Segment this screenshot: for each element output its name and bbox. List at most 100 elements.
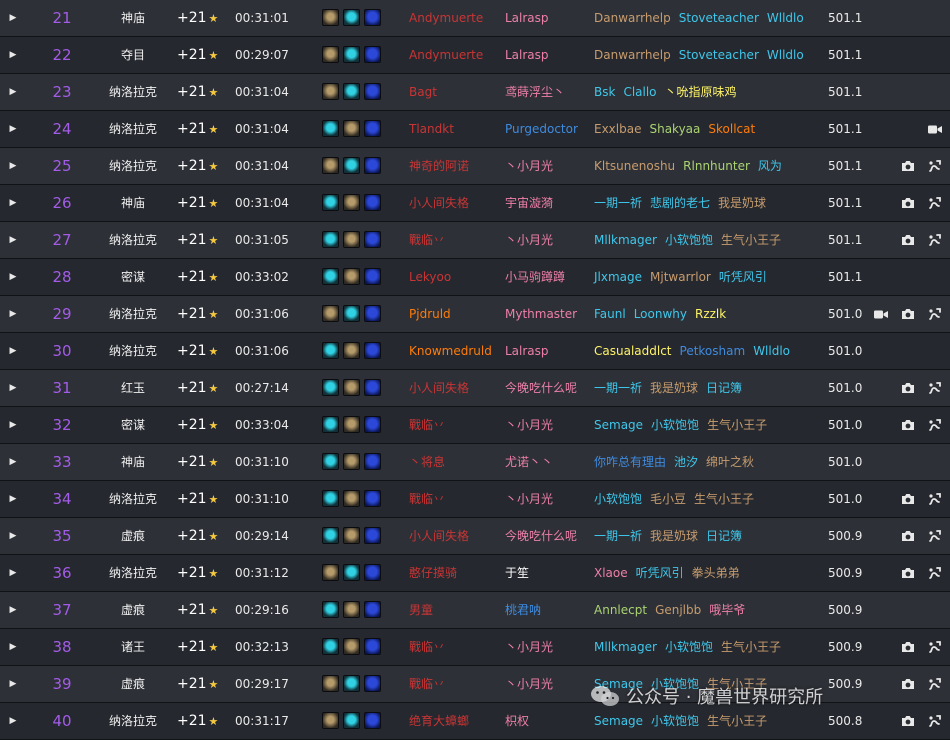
healer-player-name[interactable]: Lalrasp (505, 0, 549, 36)
dps-player-name[interactable]: 一期一祈 (594, 196, 642, 210)
dps-player-name[interactable]: 小软饱饱 (651, 714, 699, 728)
seasonal-affix-icon[interactable] (364, 379, 381, 396)
tank-player-name[interactable]: 小人间失格 (409, 518, 469, 554)
dps-player-name[interactable]: Wlldlo (767, 48, 804, 62)
screenshot-icon[interactable] (901, 419, 915, 431)
tank-player-name[interactable]: 戰临丷 (409, 666, 445, 702)
tyrannical-affix-icon[interactable] (322, 342, 339, 359)
expand-row-chevron-icon[interactable]: ▶ (7, 407, 19, 443)
tank-player-name[interactable]: 男童 (409, 592, 433, 628)
tank-player-name[interactable]: 戰临丷 (409, 407, 445, 443)
tyrannical-affix-icon[interactable] (322, 453, 339, 470)
healer-player-name[interactable]: 尤诺丶丶 (505, 444, 553, 480)
healer-player-name[interactable]: 丶小月光 (505, 666, 553, 702)
dps-player-name[interactable]: 日记簿 (706, 381, 742, 395)
dps-player-name[interactable]: Kltsunenoshu (594, 159, 675, 173)
route-icon[interactable] (928, 640, 942, 654)
screenshot-icon[interactable] (901, 530, 915, 542)
table-row[interactable]: ▶ 30 纳洛拉克 +21 ★ 00:31:06 Knowmedruld Lalrasp Cas… (0, 333, 950, 370)
dps-player-name[interactable]: Stoveteacher (679, 48, 759, 62)
fortified-affix-icon[interactable] (343, 601, 360, 618)
fortified-affix-icon[interactable] (343, 490, 360, 507)
screenshot-icon[interactable] (901, 234, 915, 246)
table-row[interactable]: ▶ 33 神庙 +21 ★ 00:31:10 丶将息 尤诺丶丶 你咋总有理由 池汐 绵叶之秋 501.… (0, 444, 950, 481)
healer-player-name[interactable]: 鸢蒔浮尘丶 (505, 74, 565, 110)
tank-player-name[interactable]: Bagt (409, 74, 437, 110)
table-row[interactable]: ▶ 29 纳洛拉克 +21 ★ 00:31:06 Pjdruld Mythmaster Faun… (0, 296, 950, 333)
dps-player-name[interactable]: 生气小王子 (721, 233, 781, 247)
screenshot-icon[interactable] (901, 567, 915, 579)
healer-player-name[interactable]: 今晚吃什么呢 (505, 518, 577, 554)
tank-player-name[interactable]: Lekyoo (409, 259, 451, 295)
dps-player-name[interactable]: 听凭风引 (636, 566, 684, 580)
table-row[interactable]: ▶ 21 神庙 +21 ★ 00:31:01 Andymuerte Lalrasp Danwar… (0, 0, 950, 37)
table-row[interactable]: ▶ 24 纳洛拉克 +21 ★ 00:31:04 Tlandkt Purgedoctor Exx… (0, 111, 950, 148)
route-icon[interactable] (928, 381, 942, 395)
tyrannical-affix-icon[interactable] (322, 194, 339, 211)
dps-player-name[interactable]: 池汐 (674, 455, 698, 469)
tank-player-name[interactable]: 神奇的阿诺 (409, 148, 469, 184)
tyrannical-affix-icon[interactable] (322, 601, 339, 618)
seasonal-affix-icon[interactable] (364, 157, 381, 174)
dps-player-name[interactable]: Danwarrhelp (594, 11, 671, 25)
expand-row-chevron-icon[interactable]: ▶ (7, 703, 19, 739)
fortified-affix-icon[interactable] (343, 379, 360, 396)
tyrannical-affix-icon[interactable] (343, 9, 360, 26)
healer-player-name[interactable]: 丶小月光 (505, 407, 553, 443)
healer-player-name[interactable]: 今晚吃什么呢 (505, 370, 577, 406)
dps-player-name[interactable]: 生气小王子 (707, 714, 767, 728)
table-row[interactable]: ▶ 36 纳洛拉克 +21 ★ 00:31:12 憨仔摸骑 于笙 Xlaoe 听凭风引 拳头弟弟 50… (0, 555, 950, 592)
expand-row-chevron-icon[interactable]: ▶ (7, 481, 19, 517)
healer-player-name[interactable]: Lalrasp (505, 37, 549, 73)
fortified-affix-icon[interactable] (343, 453, 360, 470)
video-icon[interactable] (874, 309, 888, 320)
seasonal-affix-icon[interactable] (364, 231, 381, 248)
dps-player-name[interactable]: 丶吮指原味鸡 (665, 85, 737, 99)
fortified-affix-icon[interactable] (322, 675, 339, 692)
tank-player-name[interactable]: Knowmedruld (409, 333, 492, 369)
dps-player-name[interactable]: Semage (594, 418, 643, 432)
tyrannical-affix-icon[interactable] (322, 231, 339, 248)
dps-player-name[interactable]: 一期一祈 (594, 381, 642, 395)
dps-player-name[interactable]: Loonwhy (634, 307, 687, 321)
tyrannical-affix-icon[interactable] (322, 638, 339, 655)
dps-player-name[interactable]: Rzzlk (695, 307, 726, 321)
expand-row-chevron-icon[interactable]: ▶ (7, 444, 19, 480)
dps-player-name[interactable]: Petkosham (680, 344, 746, 358)
expand-row-chevron-icon[interactable]: ▶ (7, 629, 19, 665)
tyrannical-affix-icon[interactable] (322, 416, 339, 433)
dps-player-name[interactable]: Faunl (594, 307, 626, 321)
seasonal-affix-icon[interactable] (364, 564, 381, 581)
screenshot-icon[interactable] (901, 197, 915, 209)
dps-player-name[interactable]: 小软饱饱 (594, 492, 642, 506)
fortified-affix-icon[interactable] (322, 157, 339, 174)
expand-row-chevron-icon[interactable]: ▶ (7, 666, 19, 702)
seasonal-affix-icon[interactable] (364, 712, 381, 729)
healer-player-name[interactable]: Lalrasp (505, 333, 549, 369)
dps-player-name[interactable]: Clallo (623, 85, 656, 99)
fortified-affix-icon[interactable] (343, 120, 360, 137)
dps-player-name[interactable]: Casualaddlct (594, 344, 672, 358)
healer-player-name[interactable]: 丶小月光 (505, 481, 553, 517)
screenshot-icon[interactable] (901, 308, 915, 320)
dps-player-name[interactable]: Wlldlo (767, 11, 804, 25)
expand-row-chevron-icon[interactable]: ▶ (7, 185, 19, 221)
table-row[interactable]: ▶ 22 夺目 +21 ★ 00:29:07 Andymuerte Lalrasp Danwar… (0, 37, 950, 74)
dps-player-name[interactable]: 我是奶球 (650, 529, 698, 543)
tank-player-name[interactable]: Pjdruld (409, 296, 451, 332)
route-icon[interactable] (928, 196, 942, 210)
expand-row-chevron-icon[interactable]: ▶ (7, 518, 19, 554)
route-icon[interactable] (928, 159, 942, 173)
dps-player-name[interactable]: Skollcat (708, 122, 755, 136)
healer-player-name[interactable]: 小马驹蹲蹲 (505, 259, 565, 295)
tyrannical-affix-icon[interactable] (343, 305, 360, 322)
expand-row-chevron-icon[interactable]: ▶ (7, 555, 19, 591)
table-row[interactable]: ▶ 31 红玉 +21 ★ 00:27:14 小人间失格 今晚吃什么呢 一期一祈 我是奶球 日记簿 5… (0, 370, 950, 407)
dps-player-name[interactable]: Semage (594, 714, 643, 728)
table-row[interactable]: ▶ 37 虚痕 +21 ★ 00:29:16 男童 桃君呐 Annlecpt Genjlbb 哦毕爷… (0, 592, 950, 629)
table-row[interactable]: ▶ 32 密谋 +21 ★ 00:33:04 戰临丷 丶小月光 Semage 小软饱饱 生气小王子 5… (0, 407, 950, 444)
expand-row-chevron-icon[interactable]: ▶ (7, 222, 19, 258)
dps-player-name[interactable]: Mllkmager (594, 233, 657, 247)
tank-player-name[interactable]: Andymuerte (409, 37, 483, 73)
dps-player-name[interactable]: Exxlbae (594, 122, 641, 136)
